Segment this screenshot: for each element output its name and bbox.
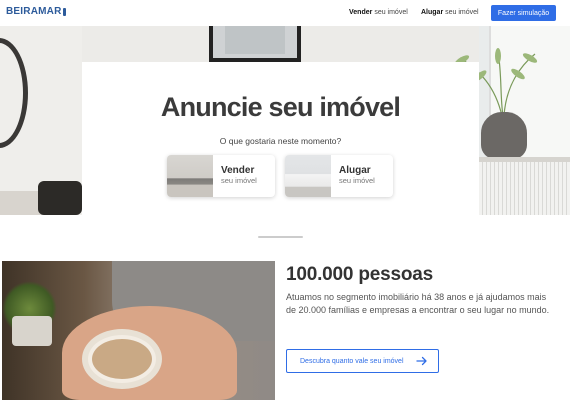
option-alugar-label: Alugar (339, 165, 371, 176)
info-text: Atuamos no segmento imobiliário há 38 an… (286, 292, 550, 315)
page-title: Anuncie seu imóvel (160, 92, 401, 122)
nav-vender-sub: seu imóvel (374, 9, 408, 16)
mirror-decor (0, 38, 28, 148)
option-alugar-card[interactable]: Alugar seu imóvel (285, 155, 393, 197)
valuation-button-label: Descubra quanto vale seu imóvel (300, 357, 404, 365)
logo-mark-icon (62, 7, 66, 16)
option-vender-card[interactable]: Vender seu imóvel (167, 155, 275, 197)
vase-decor (481, 112, 527, 159)
frame-picture (225, 26, 285, 54)
option-vender-label: Vender (221, 165, 255, 176)
alugar-room-image (285, 155, 331, 197)
arrow-right-icon (416, 356, 427, 366)
radiator-decor (479, 162, 570, 215)
top-header: BEIRAMAR Vender seu imóvel Alugar seu im… (0, 0, 570, 26)
nav-alugar-link[interactable]: Alugar seu imóvel (421, 9, 479, 16)
section-divider (258, 236, 303, 238)
nav-vender-label: Vender (349, 9, 373, 16)
logo-text: BEIRAMAR (6, 6, 62, 17)
nav-alugar-label: Alugar (421, 9, 444, 16)
simulation-button[interactable]: Fazer simulação (491, 5, 556, 21)
pillow-decor (38, 181, 82, 215)
info-title: 100.000 pessoas (286, 264, 434, 285)
photo-pot (12, 316, 52, 346)
coffee-hands-photo (2, 261, 275, 400)
valuation-button[interactable]: Descubra quanto vale seu imóvel (286, 349, 439, 373)
option-vender-sub: seu imóvel (221, 176, 257, 185)
wall-frame-decor (209, 26, 301, 62)
option-alugar-sub: seu imóvel (339, 176, 375, 185)
nav-vender-link[interactable]: Vender seu imóvel (349, 9, 408, 16)
hero-left-photo (0, 26, 82, 215)
hero-subtitle: O que gostaria neste momento? (219, 136, 342, 146)
brand-logo[interactable]: BEIRAMAR (6, 6, 66, 17)
photo-coffee (92, 339, 152, 379)
vender-room-image (167, 155, 213, 197)
hero-card: Anuncie seu imóvel O que gostaria neste … (82, 62, 479, 215)
nav-alugar-sub: seu imóvel (445, 9, 479, 16)
